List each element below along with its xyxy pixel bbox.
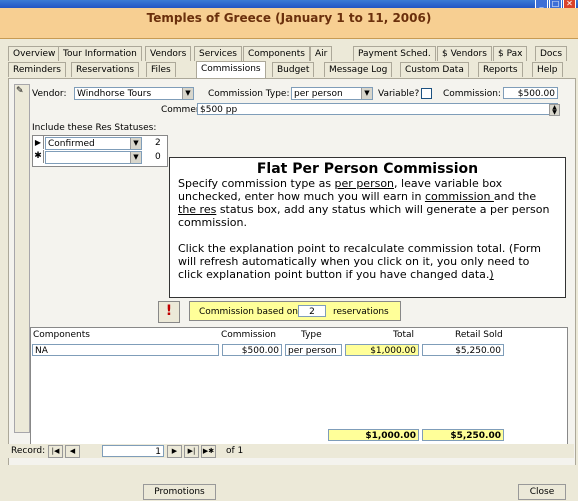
reservation-count: 2 xyxy=(298,305,326,317)
current-record-arrow-icon: ▶ xyxy=(33,136,44,149)
tab-reminders[interactable]: Reminders xyxy=(8,62,66,77)
column-header-commission: Commission xyxy=(221,330,276,340)
table-cell-component[interactable]: NA xyxy=(32,344,219,356)
chevron-down-icon[interactable]: ▼ xyxy=(130,152,141,163)
res-status-new-select[interactable]: ▼ xyxy=(45,151,142,164)
title-bar xyxy=(0,0,578,8)
promotions-button[interactable]: Promotions xyxy=(143,484,216,500)
record-label: Record: xyxy=(11,446,46,456)
tab-components[interactable]: Components xyxy=(243,46,310,61)
components-table: Components Commission Type Total Retail … xyxy=(30,327,568,446)
record-navigator: Record: |◀ ◀ 1 ▶ ▶| ▶✱ of 1 xyxy=(8,444,574,458)
retail-sold-sum: $5,250.00 xyxy=(422,429,504,441)
res-status-value: Confirmed xyxy=(48,139,95,149)
last-record-icon[interactable]: ▶| xyxy=(184,445,199,458)
commission-type-value: per person xyxy=(294,89,343,99)
new-record-asterisk-icon: ✱ xyxy=(33,150,44,163)
total-sum: $1,000.00 xyxy=(328,429,419,441)
tab-vendor-payments[interactable]: $ Vendors xyxy=(437,46,492,61)
record-selector[interactable] xyxy=(14,84,30,433)
chevron-down-icon[interactable]: ▼ xyxy=(182,88,193,99)
vendor-value: Windhorse Tours xyxy=(77,89,152,99)
table-cell-retail-sold[interactable]: $5,250.00 xyxy=(422,344,504,356)
res-status-count: 2 xyxy=(155,138,161,148)
commission-label: Commission: xyxy=(443,89,501,99)
page-title: Temples of Greece (January 1 to 11, 2006… xyxy=(146,11,432,25)
res-status-select[interactable]: Confirmed ▼ xyxy=(45,137,142,150)
tab-custom-data[interactable]: Custom Data xyxy=(400,62,469,77)
new-record-icon[interactable]: ▶✱ xyxy=(201,445,216,458)
column-header-components: Components xyxy=(33,330,90,340)
table-cell-type[interactable]: per person xyxy=(285,344,342,356)
vendor-label: Vendor: xyxy=(32,89,67,99)
commission-type-select[interactable]: per person ▼ xyxy=(291,87,373,100)
table-cell-commission[interactable]: $500.00 xyxy=(222,344,282,356)
tab-files[interactable]: Files xyxy=(146,62,176,77)
scroll-arrows-icon[interactable]: ▲ ▼ xyxy=(549,104,560,116)
explanation-paragraph-1: Specify commission type as per person, l… xyxy=(178,177,550,229)
tab-commissions[interactable]: Commissions xyxy=(196,61,266,78)
column-header-type: Type xyxy=(301,330,322,340)
explanation-paragraph-2: Click the explanation point to recalcula… xyxy=(178,242,541,281)
explanation-title: Flat Per Person Commission xyxy=(256,161,479,177)
table-cell-total[interactable]: $1,000.00 xyxy=(345,344,419,356)
comment-input[interactable]: $500 pp xyxy=(197,103,558,115)
tab-pax-payments[interactable]: $ Pax xyxy=(493,46,528,61)
tab-budget[interactable]: Budget xyxy=(272,62,315,77)
tab-services[interactable]: Services xyxy=(194,46,242,61)
commission-basis-suffix: reservations xyxy=(333,307,389,317)
tab-help[interactable]: Help xyxy=(532,62,563,77)
tab-message-log[interactable]: Message Log xyxy=(324,62,393,77)
chevron-down-icon[interactable]: ▼ xyxy=(361,88,372,99)
current-record-input[interactable]: 1 xyxy=(102,445,164,457)
previous-record-icon[interactable]: ◀ xyxy=(65,445,80,458)
vendor-select[interactable]: Windhorse Tours ▼ xyxy=(74,87,194,100)
column-header-total: Total xyxy=(393,330,415,340)
first-record-icon[interactable]: |◀ xyxy=(48,445,63,458)
tab-reservations[interactable]: Reservations xyxy=(71,62,140,77)
res-status-new-count: 0 xyxy=(155,152,161,162)
commission-input[interactable]: $500.00 xyxy=(503,87,558,99)
recalculate-button[interactable]: ! xyxy=(158,301,180,323)
commission-basis-box: Commission based on 2 reservations xyxy=(189,301,401,321)
tab-tour-information[interactable]: Tour Information xyxy=(58,46,142,61)
tab-overview[interactable]: Overview xyxy=(8,46,61,61)
tab-vendors[interactable]: Vendors xyxy=(145,46,192,61)
commission-basis-prefix: Commission based on xyxy=(199,307,299,317)
tab-payment-sched[interactable]: Payment Sched. xyxy=(353,46,436,61)
close-button[interactable]: Close xyxy=(518,484,566,500)
next-record-icon[interactable]: ▶ xyxy=(167,445,182,458)
chevron-down-icon[interactable]: ▼ xyxy=(130,138,141,149)
variable-label: Variable? xyxy=(378,89,420,99)
tab-air[interactable]: Air xyxy=(310,46,333,61)
tab-reports[interactable]: Reports xyxy=(478,62,523,77)
res-statuses-label: Include these Res Statuses: xyxy=(32,123,157,133)
pencil-icon: ✎ xyxy=(16,86,24,96)
form-footer xyxy=(0,465,578,501)
column-header-retail-sold: Retail Sold xyxy=(455,330,503,340)
explanation-box: Flat Per Person Commission Specify commi… xyxy=(169,157,566,298)
tab-docs[interactable]: Docs xyxy=(535,46,568,61)
res-status-subform: ▶ Confirmed ▼ 2 ✱ ▼ 0 xyxy=(32,135,168,167)
variable-checkbox[interactable] xyxy=(421,88,432,99)
record-count: of 1 xyxy=(226,446,244,456)
commission-type-label: Commission Type: xyxy=(208,89,290,99)
